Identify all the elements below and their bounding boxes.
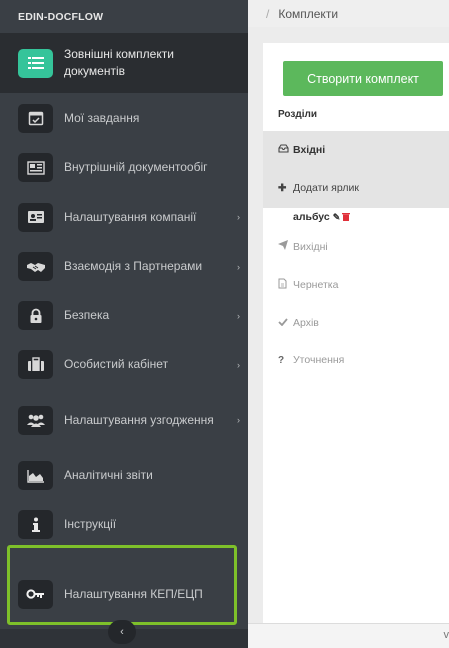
add-label-text: Додати ярлик: [293, 182, 359, 194]
brand-logo[interactable]: EDIN-DOCFLOW: [0, 0, 248, 33]
sidebar-item-partners[interactable]: Взаємодія з Партнерами ›: [0, 242, 248, 291]
sidebar-item-instructions[interactable]: Інструкції: [0, 500, 248, 549]
sidebar-item-label: Особистий кабінет: [64, 357, 169, 371]
sidebar-item-label: Мої завдання: [64, 110, 140, 125]
section-outbox[interactable]: Вихідні: [278, 240, 328, 253]
create-set-button[interactable]: Створити комплект: [283, 61, 443, 96]
info-icon: [18, 510, 53, 539]
chevron-right-icon: ›: [237, 359, 240, 370]
sidebar-item-personal-cabinet[interactable]: Особистий кабінет ›: [0, 340, 248, 389]
section-inbox[interactable]: Вхідні: [278, 144, 325, 156]
breadcrumb: / Комплекти: [248, 0, 449, 27]
sidebar-item-label: Взаємодія з Партнерами: [64, 259, 203, 273]
section-draft[interactable]: Чернетка: [278, 278, 338, 292]
sidebar-item-my-tasks[interactable]: Мої завдання: [0, 93, 248, 143]
area-chart-icon: [18, 461, 53, 490]
newspaper-icon: [18, 153, 53, 182]
section-archive[interactable]: Архів: [278, 317, 319, 329]
sidebar-item-approval-settings[interactable]: Налаштування узгодження ›: [0, 389, 248, 451]
sidebar-item-internal-docflow[interactable]: Внутрішній документообіг: [0, 143, 248, 192]
question-icon: ?: [278, 354, 285, 366]
pencil-icon[interactable]: ✎: [333, 212, 341, 223]
paper-plane-icon: [278, 240, 290, 253]
chevron-right-icon: ›: [237, 212, 240, 222]
id-card-icon: [18, 202, 53, 232]
chevron-right-icon: ›: [237, 415, 240, 425]
calendar-check-icon: [18, 103, 53, 133]
breadcrumb-current[interactable]: Комплекти: [278, 7, 338, 21]
sidebar-item-analytics[interactable]: Аналітичні звіти: [0, 451, 248, 500]
trash-icon[interactable]: [342, 212, 351, 223]
add-label-link[interactable]: ✚ Додати ярлик: [278, 182, 359, 194]
lock-icon: [18, 301, 53, 330]
sidebar-item-label: Аналітичні звіти: [64, 468, 153, 482]
users-icon: [18, 405, 53, 435]
sections-header: Розділи: [278, 109, 317, 120]
sidebar-item-label: Налаштування компанії: [64, 209, 197, 224]
highlight-frame: [7, 545, 237, 625]
sidebar-item-label: Зовнішні комплекти документів: [64, 47, 174, 78]
footer-bar: v: [248, 623, 449, 648]
chevron-right-icon: ›: [237, 261, 240, 272]
sidebar-item-label: Внутрішній документообіг: [64, 160, 208, 174]
sections-panel: Створити комплект Розділи Вхідні ✚ Додат…: [263, 43, 449, 623]
sidebar-item-label: Безпека: [64, 308, 110, 322]
sidebar: EDIN-DOCFLOW Зовнішні комплекти документ…: [0, 0, 248, 648]
collapse-sidebar-button[interactable]: ‹: [108, 620, 136, 644]
section-label: Вхідні: [293, 144, 326, 156]
document-icon: [278, 278, 290, 292]
list-icon: [18, 48, 53, 78]
label-item-name: альбус: [293, 211, 330, 223]
section-label: Архів: [293, 317, 319, 329]
sidebar-item-external-sets[interactable]: Зовнішні комплекти документів: [0, 33, 248, 93]
sidebar-item-company-settings[interactable]: Налаштування компанії ›: [0, 192, 248, 242]
footer-text: v: [443, 629, 449, 641]
plus-icon: ✚: [278, 182, 287, 194]
sidebar-item-security[interactable]: Безпека ›: [0, 291, 248, 340]
breadcrumb-separator: /: [266, 6, 270, 21]
sidebar-item-label: Налаштування узгодження: [64, 412, 214, 427]
briefcase-icon: [18, 350, 53, 379]
chevron-right-icon: ›: [237, 310, 240, 321]
inbox-icon: [278, 144, 290, 156]
section-label: Чернетка: [293, 279, 339, 291]
section-label: Уточнення: [293, 354, 345, 366]
label-item[interactable]: альбус ✎: [293, 211, 351, 223]
sidebar-item-label: Інструкції: [64, 517, 117, 531]
checkmark-icon: [278, 317, 290, 329]
handshake-icon: [18, 252, 53, 281]
section-clarification[interactable]: ? Уточнення: [278, 354, 344, 366]
section-label: Вихідні: [293, 240, 328, 253]
